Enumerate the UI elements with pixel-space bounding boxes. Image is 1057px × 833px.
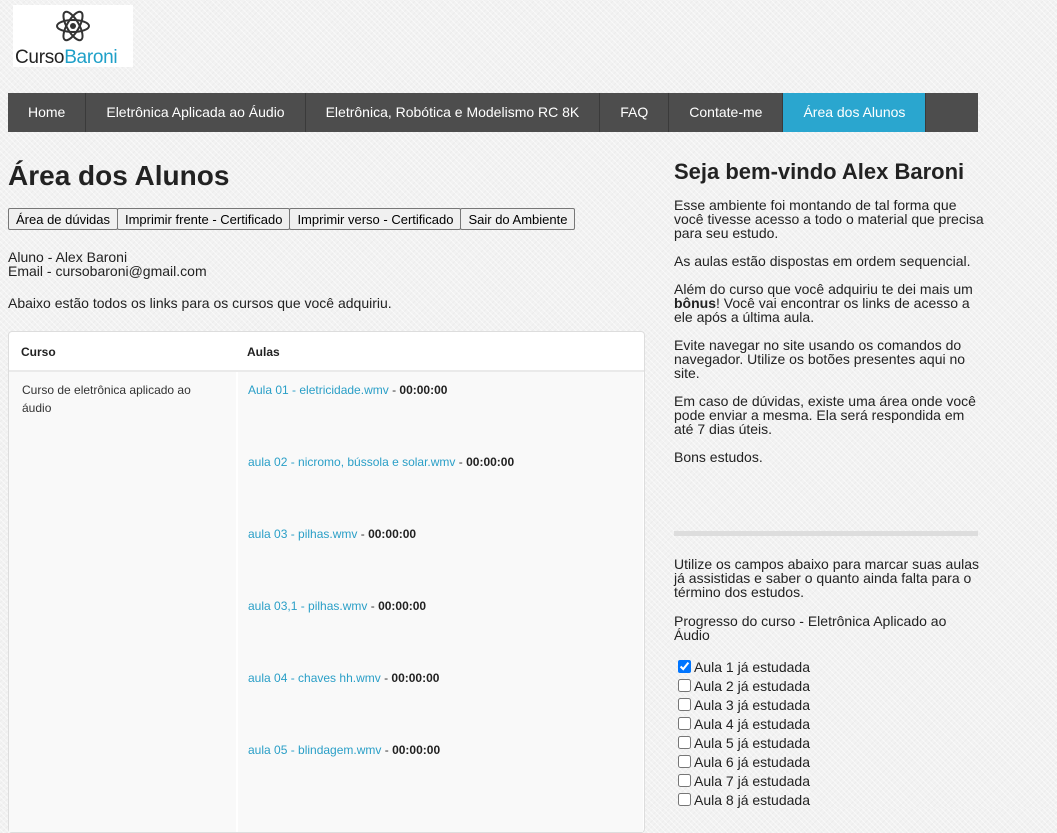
welcome-sidebar: Seja bem-vindo Alex Baroni Esse ambiente… (674, 159, 984, 465)
welcome-paragraph-4: Evite navegar no site usando os comandos… (674, 337, 966, 381)
lesson-check-label: Aula 6 já estudada (694, 753, 810, 770)
welcome-paragraph-5: Em caso de dúvidas, existe uma área onde… (674, 393, 976, 437)
lesson-duration: 00:00:00 (391, 671, 440, 685)
nav-eletronica-audio[interactable]: Eletrônica Aplicada ao Áudio (86, 93, 306, 132)
lessons-cell: Aula 01 - eletricidade.wmv - 00:00:00 au… (238, 372, 643, 832)
page-title: Área dos Alunos (8, 160, 230, 191)
lesson-checkbox[interactable] (678, 774, 691, 787)
lesson-duration: 00:00:00 (368, 527, 417, 541)
lesson-check-label: Aula 1 já estudada (694, 658, 810, 675)
nav-faq[interactable]: FAQ (600, 93, 670, 132)
lesson-duration: 00:00:00 (399, 383, 448, 397)
lesson-duration: 00:00:00 (392, 743, 441, 757)
lesson-link[interactable]: aula 04 - chaves hh.wmv (248, 671, 381, 685)
lesson-check-label: Aula 7 já estudada (694, 772, 810, 789)
nav-contate-me[interactable]: Contate-me (669, 93, 784, 132)
progress-section: Utilize os campos abaixo para marcar sua… (674, 557, 984, 657)
lesson-checkbox[interactable] (678, 660, 691, 673)
lesson-checkbox[interactable] (678, 679, 691, 692)
welcome-paragraph-6: Bons estudos. (674, 449, 763, 465)
lesson-link[interactable]: aula 03,1 - pilhas.wmv (248, 599, 367, 613)
lesson-check-row[interactable]: Aula 7 já estudada (678, 771, 810, 790)
lesson-duration: 00:00:00 (466, 455, 515, 469)
lesson-link[interactable]: Aula 01 - eletricidade.wmv (248, 383, 389, 397)
welcome-heading: Seja bem-vindo Alex Baroni (674, 159, 965, 184)
welcome-paragraph-2: As aulas estão dispostas em ordem sequen… (674, 253, 971, 269)
lesson-checkbox[interactable] (678, 698, 691, 711)
courses-intro: Abaixo estão todos os links para os curs… (8, 295, 392, 311)
course-cell: Curso de eletrônica aplicado ao áudio (9, 372, 236, 832)
student-info: Aluno - Alex Baroni Email - cursobaroni@… (8, 250, 207, 278)
lesson-check-label: Aula 8 já estudada (694, 791, 810, 808)
lesson-item: aula 03 - pilhas.wmv - 00:00:00 (248, 527, 417, 541)
logout-button[interactable]: Sair do Ambiente (460, 208, 576, 230)
progress-intro: Utilize os campos abaixo para marcar sua… (674, 556, 980, 600)
welcome-paragraph-1: Esse ambiente foi montando de tal forma … (674, 197, 984, 241)
lesson-checkbox[interactable] (678, 793, 691, 806)
duvidas-button[interactable]: Área de dúvidas (8, 208, 118, 230)
lesson-link[interactable]: aula 03 - pilhas.wmv (248, 527, 357, 541)
lesson-check-label: Aula 5 já estudada (694, 734, 810, 751)
lesson-item: aula 03,1 - pilhas.wmv - 00:00:00 (248, 599, 427, 613)
lesson-check-row[interactable]: Aula 3 já estudada (678, 695, 810, 714)
lesson-check-row[interactable]: Aula 2 já estudada (678, 676, 810, 695)
lesson-checkbox[interactable] (678, 736, 691, 749)
course-name: Curso de eletrônica aplicado ao áudio (22, 383, 191, 415)
lesson-check-label: Aula 3 já estudada (694, 696, 810, 713)
sidebar-divider (674, 531, 978, 536)
lesson-item: aula 04 - chaves hh.wmv - 00:00:00 (248, 671, 440, 685)
lesson-check-row[interactable]: Aula 5 já estudada (678, 733, 810, 752)
action-buttons: Área de dúvidas Imprimir frente - Certif… (8, 208, 576, 230)
lesson-check-label: Aula 4 já estudada (694, 715, 810, 732)
lesson-link[interactable]: aula 02 - nicromo, bússola e solar.wmv (248, 455, 455, 469)
progress-title: Progresso do curso - Eletrônica Aplicado… (674, 613, 947, 643)
print-front-certificate-button[interactable]: Imprimir frente - Certificado (116, 208, 291, 230)
lesson-checkbox[interactable] (678, 717, 691, 730)
student-name: Aluno - Alex Baroni (8, 249, 128, 265)
lesson-checklist: Aula 1 já estudada Aula 2 já estudada Au… (678, 657, 810, 809)
lesson-check-row[interactable]: Aula 6 já estudada (678, 752, 810, 771)
lesson-check-row[interactable]: Aula 1 já estudada (678, 657, 810, 676)
welcome-paragraph-3: Além do curso que você adquiriu te dei m… (674, 281, 973, 325)
lesson-item: aula 05 - blindagem.wmv - 00:00:00 (248, 743, 441, 757)
atom-icon (56, 10, 90, 42)
logo-text: CursoBaroni (15, 47, 118, 68)
main-nav: Home Eletrônica Aplicada ao Áudio Eletrô… (8, 93, 978, 132)
lesson-checkbox[interactable] (678, 755, 691, 768)
header-curso: Curso (21, 345, 56, 359)
lesson-item: aula 02 - nicromo, bússola e solar.wmv -… (248, 455, 515, 469)
print-back-certificate-button[interactable]: Imprimir verso - Certificado (289, 208, 462, 230)
header-aulas: Aulas (247, 345, 280, 359)
lesson-check-row[interactable]: Aula 4 já estudada (678, 714, 810, 733)
site-logo[interactable]: CursoBaroni (13, 5, 133, 68)
student-email: Email - cursobaroni@gmail.com (8, 263, 207, 279)
lesson-duration: 00:00:00 (378, 599, 427, 613)
lesson-check-row[interactable]: Aula 8 já estudada (678, 790, 810, 809)
nav-eletronica-robotica[interactable]: Eletrônica, Robótica e Modelismo RC 8K (306, 93, 601, 132)
lesson-item: Aula 01 - eletricidade.wmv - 00:00:00 (248, 383, 448, 397)
nav-area-alunos[interactable]: Área dos Alunos (783, 93, 927, 132)
lesson-link[interactable]: aula 05 - blindagem.wmv (248, 743, 381, 757)
nav-home[interactable]: Home (8, 93, 87, 132)
lesson-check-label: Aula 2 já estudada (694, 677, 810, 694)
courses-table: Curso Aulas Curso de eletrônica aplicado… (8, 331, 645, 833)
